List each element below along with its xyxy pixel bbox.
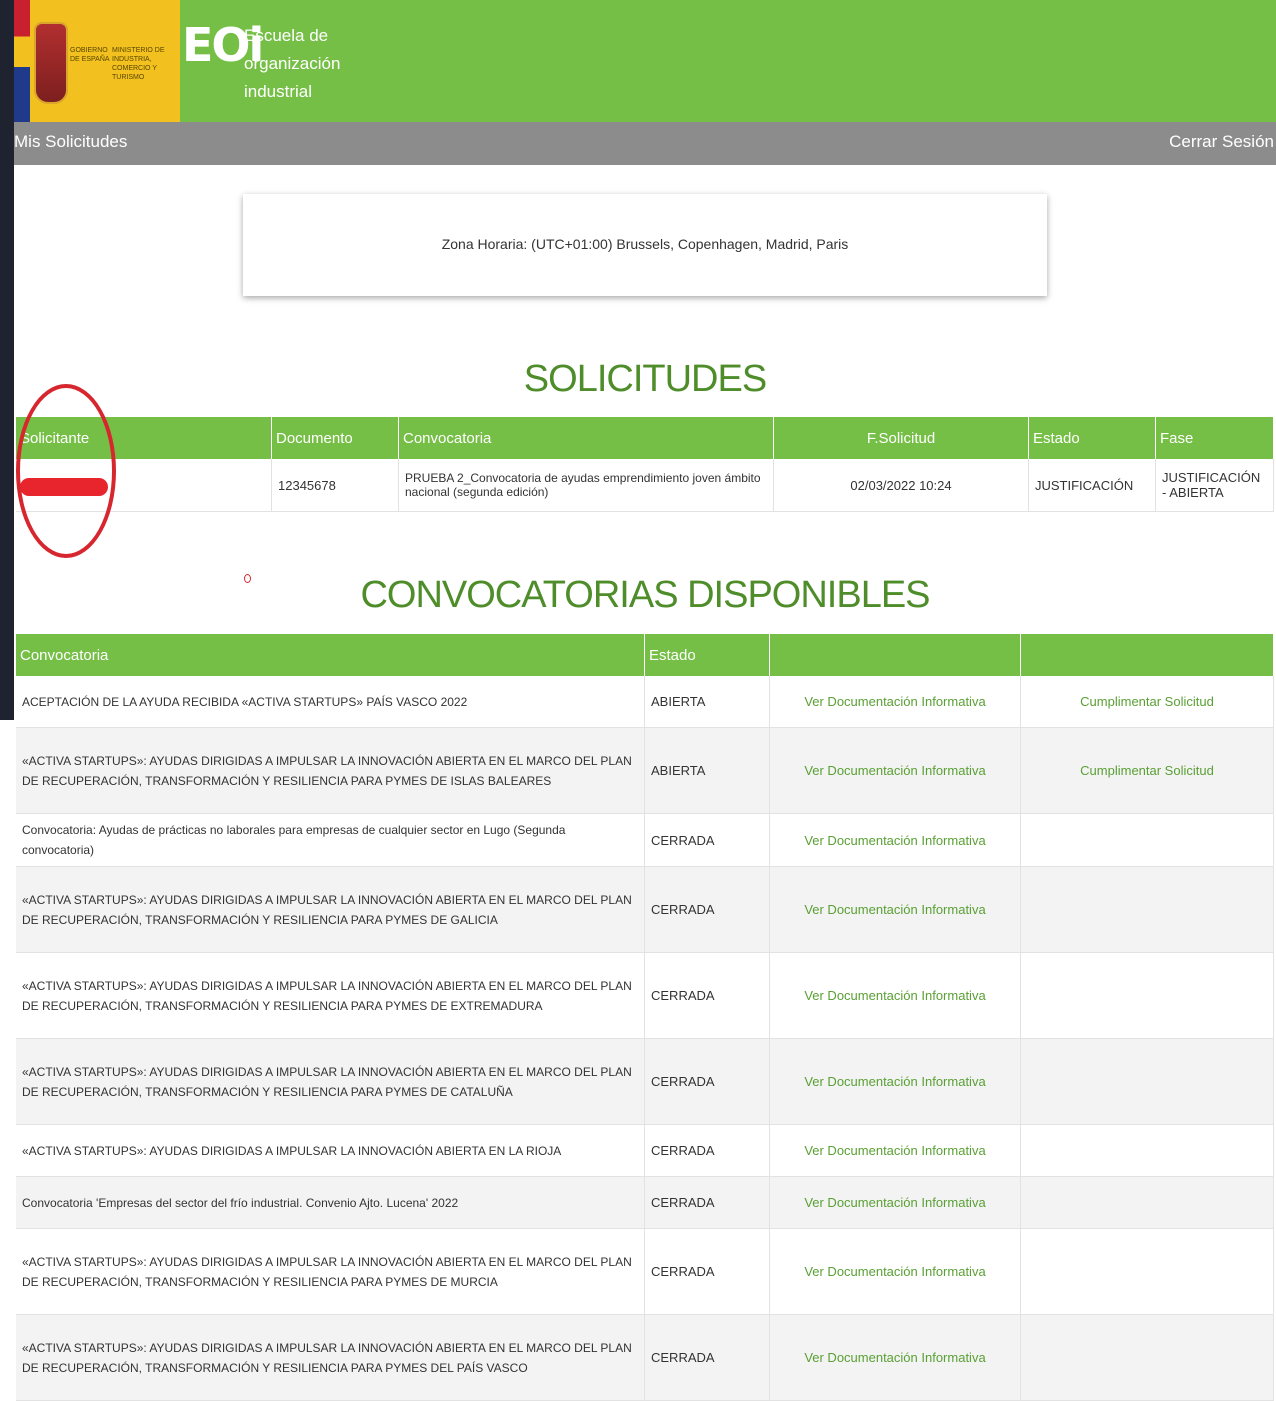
col-estado: Estado — [1028, 417, 1156, 459]
solicitudes-table: Solicitante Documento Convocatoria F.Sol… — [16, 417, 1274, 512]
cumplimentar-solicitud-link[interactable]: Cumplimentar Solicitud — [1020, 676, 1274, 728]
empty-cell — [1020, 1124, 1274, 1177]
cell-documento: 12345678 — [271, 459, 399, 512]
empty-cell — [1020, 952, 1274, 1039]
col-documento: Documento — [271, 417, 399, 459]
table-row: «ACTIVA STARTUPS»: AYUDAS DIRIGIDAS A IM… — [16, 1038, 1274, 1125]
cell-convocatoria-name: Convocatoria 'Empresas del sector del fr… — [16, 1176, 645, 1229]
empty-cell — [1020, 866, 1274, 953]
table-row: «ACTIVA STARTUPS»: AYUDAS DIRIGIDAS A IM… — [16, 866, 1274, 953]
ver-documentacion-link[interactable]: Ver Documentación Informativa — [769, 676, 1021, 728]
cell-estado: CERRADA — [644, 813, 770, 867]
empty-cell — [1020, 1314, 1274, 1401]
cell-convocatoria-name: «ACTIVA STARTUPS»: AYUDAS DIRIGIDAS A IM… — [16, 1124, 645, 1177]
left-dark-strip — [0, 0, 14, 720]
ver-documentacion-link[interactable]: Ver Documentación Informativa — [769, 1124, 1021, 1177]
cell-estado: CERRADA — [644, 1038, 770, 1125]
cell-fase: JUSTIFICACIÓN - ABIERTA — [1155, 459, 1274, 512]
cell-estado: ABIERTA — [644, 727, 770, 814]
cell-convocatoria-name: «ACTIVA STARTUPS»: AYUDAS DIRIGIDAS A IM… — [16, 1314, 645, 1401]
col-convocatoria: Convocatoria — [398, 417, 774, 459]
ver-documentacion-link[interactable]: Ver Documentación Informativa — [769, 1038, 1021, 1125]
table-row: «ACTIVA STARTUPS»: AYUDAS DIRIGIDAS A IM… — [16, 952, 1274, 1039]
cell-convocatoria-name: «ACTIVA STARTUPS»: AYUDAS DIRIGIDAS A IM… — [16, 1228, 645, 1315]
cell-estado: CERRADA — [644, 1228, 770, 1315]
cell-estado: CERRADA — [644, 866, 770, 953]
eoi-logo-text: Escuela de organización industrial — [244, 26, 341, 101]
mis-solicitudes-link[interactable]: Mis Solicitudes — [14, 132, 127, 152]
cerrar-sesion-link[interactable]: Cerrar Sesión — [1169, 132, 1274, 152]
col-acciones — [1020, 634, 1274, 676]
table-row: «ACTIVA STARTUPS»: AYUDAS DIRIGIDAS A IM… — [16, 1124, 1274, 1177]
empty-cell — [1020, 1228, 1274, 1315]
annotation-circle — [16, 384, 116, 558]
table-row: «ACTIVA STARTUPS»: AYUDAS DIRIGIDAS A IM… — [16, 727, 1274, 814]
convocatorias-table: Convocatoria Estado ACEPTACIÓN DE LA AYU… — [16, 634, 1274, 1401]
empty-cell — [1020, 1176, 1274, 1229]
cell-convocatoria-name: ACEPTACIÓN DE LA AYUDA RECIBIDA «ACTIVA … — [16, 676, 645, 728]
gov-text: GOBIERNO DE ESPAÑA — [70, 47, 110, 63]
timezone-box: Zona Horaria: (UTC+01:00) Brussels, Cope… — [243, 194, 1047, 296]
cell-convocatoria-name: «ACTIVA STARTUPS»: AYUDAS DIRIGIDAS A IM… — [16, 727, 645, 814]
cell-estado: CERRADA — [644, 952, 770, 1039]
cell-estado: CERRADA — [644, 1124, 770, 1177]
ver-documentacion-link[interactable]: Ver Documentación Informativa — [769, 727, 1021, 814]
table-row: Convocatoria: Ayudas de prácticas no lab… — [16, 813, 1274, 867]
cell-estado: JUSTIFICACIÓN — [1028, 459, 1156, 512]
cell-estado: CERRADA — [644, 1314, 770, 1401]
table-row: Convocatoria 'Empresas del sector del fr… — [16, 1176, 1274, 1229]
cell-estado: CERRADA — [644, 1176, 770, 1229]
table-row: ACEPTACIÓN DE LA AYUDA RECIBIDA «ACTIVA … — [16, 676, 1274, 728]
cell-convocatoria[interactable]: PRUEBA 2_Convocatoria de ayudas emprendi… — [398, 459, 774, 512]
ver-documentacion-link[interactable]: Ver Documentación Informativa — [769, 952, 1021, 1039]
empty-cell — [1020, 813, 1274, 867]
cell-fsolicitud: 02/03/2022 10:24 — [773, 459, 1029, 512]
timezone-text: Zona Horaria: (UTC+01:00) Brussels, Cope… — [441, 236, 849, 252]
col-documentacion — [769, 634, 1021, 676]
cumplimentar-solicitud-link[interactable]: Cumplimentar Solicitud — [1020, 727, 1274, 814]
cell-convocatoria-name: «ACTIVA STARTUPS»: AYUDAS DIRIGIDAS A IM… — [16, 952, 645, 1039]
table-row[interactable]: 12345678 PRUEBA 2_Convocatoria de ayudas… — [16, 459, 1274, 512]
coat-of-arms-icon — [34, 22, 68, 104]
col-convocatoria: Convocatoria — [16, 634, 645, 676]
cell-convocatoria-name: «ACTIVA STARTUPS»: AYUDAS DIRIGIDAS A IM… — [16, 866, 645, 953]
ministry-text: MINISTERIO DE INDUSTRIA, COMERCIO Y TURI… — [112, 47, 165, 81]
ver-documentacion-link[interactable]: Ver Documentación Informativa — [769, 813, 1021, 867]
ver-documentacion-link[interactable]: Ver Documentación Informativa — [769, 1176, 1021, 1229]
ver-documentacion-link[interactable]: Ver Documentación Informativa — [769, 1314, 1021, 1401]
table-row: «ACTIVA STARTUPS»: AYUDAS DIRIGIDAS A IM… — [16, 1314, 1274, 1401]
col-estado: Estado — [644, 634, 770, 676]
ver-documentacion-link[interactable]: Ver Documentación Informativa — [769, 1228, 1021, 1315]
cell-estado: ABIERTA — [644, 676, 770, 728]
ver-documentacion-link[interactable]: Ver Documentación Informativa — [769, 866, 1021, 953]
navbar: Mis Solicitudes Cerrar Sesión — [14, 122, 1276, 165]
cell-convocatoria-name: Convocatoria: Ayudas de prácticas no lab… — [16, 813, 645, 867]
cell-convocatoria-name: «ACTIVA STARTUPS»: AYUDAS DIRIGIDAS A IM… — [16, 1038, 645, 1125]
col-fsolicitud: F.Solicitud — [773, 417, 1029, 459]
table-row: «ACTIVA STARTUPS»: AYUDAS DIRIGIDAS A IM… — [16, 1228, 1274, 1315]
solicitudes-title: SOLICITUDES — [523, 358, 767, 400]
convocatorias-title: CONVOCATORIAS DISPONIBLES — [360, 574, 930, 616]
spain-flag-icon — [14, 0, 30, 122]
col-fase: Fase — [1155, 417, 1274, 459]
empty-cell — [1020, 1038, 1274, 1125]
